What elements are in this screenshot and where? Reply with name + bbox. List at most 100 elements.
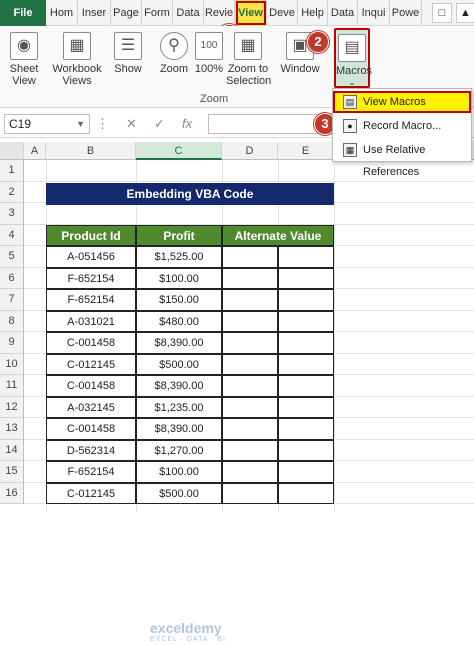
- row-header[interactable]: 6: [0, 267, 24, 289]
- column-header-c[interactable]: C: [136, 142, 222, 160]
- table-cell[interactable]: D-562314: [46, 439, 136, 461]
- cancel-icon[interactable]: ✕: [126, 116, 137, 132]
- table-cell[interactable]: $150.00: [136, 289, 222, 311]
- row-header[interactable]: 2: [0, 181, 24, 203]
- row-header[interactable]: 8: [0, 310, 24, 332]
- row-header[interactable]: 3: [0, 203, 24, 225]
- tab-power-pivot[interactable]: Powe: [390, 0, 422, 26]
- row-header[interactable]: 4: [0, 224, 24, 246]
- table-cell[interactable]: [222, 461, 278, 483]
- table-cell[interactable]: [222, 310, 278, 332]
- sheet-view-button[interactable]: ◉ Sheet View: [6, 28, 42, 104]
- sheet-title[interactable]: Embedding VBA Code: [46, 183, 334, 205]
- insert-function-icon[interactable]: fx: [182, 116, 192, 131]
- macros-button[interactable]: ▤ Macros ⌄: [334, 28, 372, 88]
- column-header-b[interactable]: B: [46, 142, 136, 160]
- table-cell[interactable]: [278, 482, 334, 504]
- row-header[interactable]: 1: [0, 160, 24, 182]
- table-cell[interactable]: [222, 353, 278, 375]
- table-header-cell[interactable]: Profit: [136, 224, 222, 246]
- table-cell[interactable]: [278, 396, 334, 418]
- table-cell[interactable]: $480.00: [136, 310, 222, 332]
- row-header[interactable]: 16: [0, 482, 24, 504]
- table-cell[interactable]: [278, 310, 334, 332]
- tab-formulas[interactable]: Form: [142, 0, 173, 26]
- table-cell[interactable]: [222, 375, 278, 397]
- row-header[interactable]: 5: [0, 246, 24, 268]
- table-cell[interactable]: [222, 396, 278, 418]
- tab-developer[interactable]: Deve: [267, 0, 298, 26]
- table-cell[interactable]: [222, 439, 278, 461]
- row-header[interactable]: 13: [0, 418, 24, 440]
- row-header[interactable]: 10: [0, 353, 24, 375]
- tab-file[interactable]: File: [0, 0, 46, 26]
- tab-data-2[interactable]: Data: [328, 0, 358, 26]
- table-cell[interactable]: C-012145: [46, 482, 136, 504]
- menu-relative-references[interactable]: ▦ Use Relative References: [333, 139, 471, 178]
- table-cell[interactable]: C-001458: [46, 418, 136, 440]
- table-cell[interactable]: F-652154: [46, 267, 136, 289]
- table-cell[interactable]: [222, 418, 278, 440]
- table-cell[interactable]: [278, 332, 334, 354]
- table-cell[interactable]: A-031021: [46, 310, 136, 332]
- table-cell[interactable]: [222, 267, 278, 289]
- table-cell[interactable]: C-012145: [46, 353, 136, 375]
- table-cell[interactable]: $8,390.00: [136, 418, 222, 440]
- row-header[interactable]: 14: [0, 439, 24, 461]
- table-cell[interactable]: $8,390.00: [136, 375, 222, 397]
- table-cell[interactable]: [278, 267, 334, 289]
- table-cell[interactable]: [222, 246, 278, 268]
- zoom-button[interactable]: ⚲ Zoom: [156, 28, 192, 104]
- table-cell[interactable]: $8,390.00: [136, 332, 222, 354]
- tab-view[interactable]: View: [235, 0, 267, 26]
- table-cell[interactable]: $100.00: [136, 267, 222, 289]
- name-box[interactable]: C19 ▼: [4, 114, 90, 134]
- column-header-d[interactable]: D: [222, 142, 278, 160]
- menu-record-macro[interactable]: ● Record Macro...: [333, 115, 471, 137]
- table-cell[interactable]: C-001458: [46, 332, 136, 354]
- table-cell[interactable]: [222, 289, 278, 311]
- row-header[interactable]: 15: [0, 461, 24, 483]
- table-cell[interactable]: [278, 375, 334, 397]
- table-cell[interactable]: [278, 353, 334, 375]
- workbook-views-button[interactable]: ▦ Workbook Views: [50, 28, 104, 104]
- table-cell[interactable]: $500.00: [136, 482, 222, 504]
- tab-page-layout[interactable]: Page: [111, 0, 142, 26]
- tab-inquire[interactable]: Inqui: [358, 0, 390, 26]
- table-cell[interactable]: C-001458: [46, 375, 136, 397]
- table-cell[interactable]: [222, 332, 278, 354]
- row-header[interactable]: 11: [0, 375, 24, 397]
- enter-icon[interactable]: ✓: [154, 116, 165, 132]
- table-cell[interactable]: F-652154: [46, 289, 136, 311]
- table-cell[interactable]: A-032145: [46, 396, 136, 418]
- table-cell[interactable]: [278, 461, 334, 483]
- table-header-cell[interactable]: Product Id: [46, 224, 136, 246]
- table-cell[interactable]: [278, 246, 334, 268]
- select-all-corner[interactable]: [0, 142, 24, 160]
- row-header[interactable]: 12: [0, 396, 24, 418]
- table-header-cell[interactable]: Alternate Value: [222, 224, 334, 246]
- table-cell[interactable]: $100.00: [136, 461, 222, 483]
- comments-icon[interactable]: □: [432, 3, 452, 23]
- table-cell[interactable]: $1,235.00: [136, 396, 222, 418]
- menu-view-macros[interactable]: ▤ View Macros: [333, 91, 471, 113]
- tab-help[interactable]: Help: [298, 0, 328, 26]
- zoom-selection-button[interactable]: ▦ Zoom to Selection: [226, 28, 271, 104]
- table-cell[interactable]: [278, 418, 334, 440]
- table-cell[interactable]: F-652154: [46, 461, 136, 483]
- tab-insert[interactable]: Inser: [78, 0, 111, 26]
- show-button[interactable]: ☰ Show: [110, 28, 146, 104]
- column-header-a[interactable]: A: [24, 142, 46, 160]
- share-icon[interactable]: ▲: [456, 3, 474, 23]
- table-cell[interactable]: $1,525.00: [136, 246, 222, 268]
- table-cell[interactable]: [222, 482, 278, 504]
- tab-home[interactable]: Hom: [46, 0, 78, 26]
- column-header-e[interactable]: E: [278, 142, 334, 160]
- row-header[interactable]: 7: [0, 289, 24, 311]
- table-cell[interactable]: [278, 289, 334, 311]
- row-header[interactable]: 9: [0, 332, 24, 354]
- table-cell[interactable]: $500.00: [136, 353, 222, 375]
- tab-data[interactable]: Data: [173, 0, 204, 26]
- table-cell[interactable]: [278, 439, 334, 461]
- table-cell[interactable]: A-051456: [46, 246, 136, 268]
